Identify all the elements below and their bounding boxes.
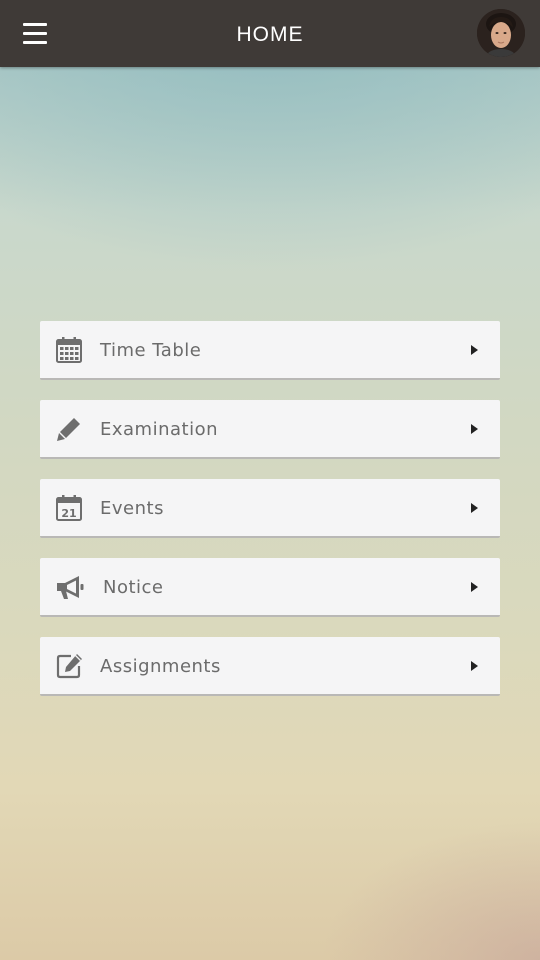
chevron-right-icon [471, 345, 478, 355]
menu-item-time-table[interactable]: Time Table [40, 321, 500, 380]
calendar-grid-icon [55, 336, 83, 364]
menu-item-label: Assignments [100, 656, 221, 677]
home-menu-list: Time Table Examination 21 Events Notice … [40, 321, 500, 716]
chevron-right-icon [471, 582, 478, 592]
page-title: HOME [236, 23, 304, 46]
menu-item-examination[interactable]: Examination [40, 400, 500, 459]
home-screen: HOME Time Table Examination 21 Events No… [0, 0, 540, 960]
edit-square-icon [55, 652, 83, 680]
chevron-right-icon [471, 424, 478, 434]
menu-item-events[interactable]: 21 Events [40, 479, 500, 538]
calendar-day-number: 21 [61, 507, 76, 520]
pencil-icon [55, 415, 83, 443]
menu-item-notice[interactable]: Notice [40, 558, 500, 617]
menu-item-label: Notice [103, 577, 164, 598]
top-app-bar: HOME [0, 0, 540, 67]
chevron-right-icon [471, 503, 478, 513]
menu-item-label: Time Table [100, 340, 202, 361]
calendar-21-icon: 21 [55, 494, 83, 522]
user-avatar[interactable] [477, 9, 525, 57]
megaphone-icon [55, 573, 84, 601]
chevron-right-icon [471, 661, 478, 671]
menu-item-label: Events [100, 498, 164, 519]
menu-item-assignments[interactable]: Assignments [40, 637, 500, 696]
menu-item-label: Examination [100, 419, 219, 440]
